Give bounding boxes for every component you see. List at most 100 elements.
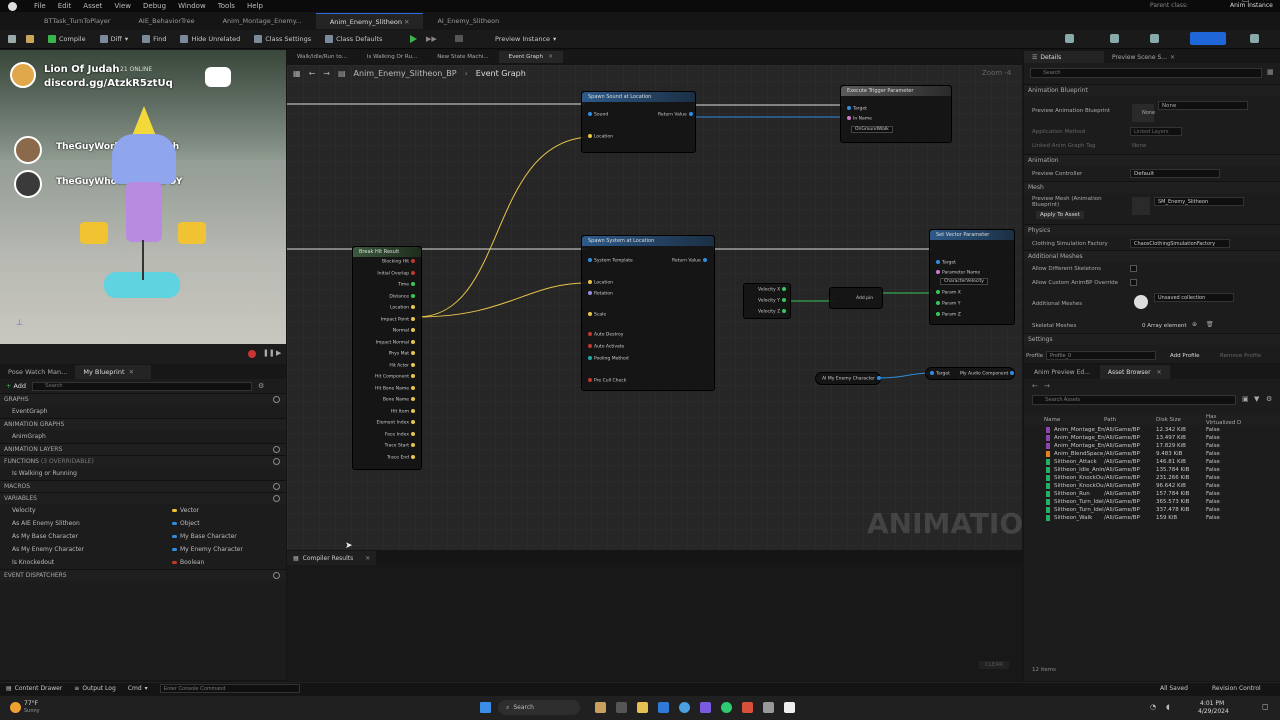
play-icon[interactable] (410, 35, 417, 43)
event-graph-canvas[interactable]: Spawn Sound at Location Sound Location R… (287, 65, 1047, 551)
content-drawer-button[interactable]: ▤ Content Drawer (6, 685, 62, 692)
table-row[interactable]: Slitheon_KnockOut/All/Game/BP 231.266 KiB… (1024, 474, 1280, 482)
forward-arrow-icon[interactable]: → (323, 69, 330, 78)
node-spawn-system[interactable]: Spawn System at Location System Template… (581, 235, 715, 391)
add-dispatcher-icon[interactable] (273, 572, 280, 579)
variable-as-my-base[interactable]: As My Base Character My Base Character (0, 530, 286, 543)
section-additional-meshes[interactable]: Additional Meshes (1024, 250, 1280, 262)
section-physics[interactable]: Physics (1024, 224, 1280, 236)
step-icon[interactable]: ▶▶ (426, 35, 437, 43)
pause-icon[interactable]: ❚❚ (263, 349, 275, 357)
discord-app-icon[interactable] (700, 702, 711, 713)
pin-rotation[interactable]: Rotation (586, 291, 613, 297)
mesh-mode-icon[interactable] (1110, 34, 1119, 43)
clear-button[interactable]: CLEAR (979, 661, 1009, 669)
break-hit-pin[interactable]: Initial Overlap (377, 270, 417, 276)
event-graph-item[interactable]: EventGraph (0, 405, 286, 418)
pin-velocity-y[interactable]: Velocity Y (758, 298, 788, 304)
add-function-icon[interactable] (273, 458, 280, 465)
details-search-input[interactable] (1030, 68, 1262, 78)
pin-pre-cull[interactable]: Pre Cull Check (586, 378, 626, 384)
cmd-dropdown[interactable]: Cmd ▾ (128, 685, 148, 692)
tab-compiler-results[interactable]: ▦ Compiler Results ✕ (287, 551, 377, 565)
add-layer-icon[interactable] (273, 446, 280, 453)
column-disk-size[interactable]: Disk Size (1156, 417, 1206, 423)
chrome-browser-icon[interactable] (679, 702, 690, 713)
section-graphs[interactable]: GRAPHS (0, 393, 286, 405)
pin-system-return[interactable]: Return Value (672, 258, 709, 264)
break-hit-pin[interactable]: Phys Mat (389, 351, 417, 357)
close-tab-icon[interactable]: ✕ (548, 54, 553, 60)
console-input[interactable] (159, 684, 300, 693)
break-hit-pin[interactable]: Hit Item (391, 408, 417, 414)
save-search-icon[interactable]: ▣ (1242, 395, 1249, 403)
tab-my-blueprint[interactable]: My Blueprint ✕ (75, 365, 152, 379)
break-hit-pin[interactable]: Bone Name (383, 397, 417, 403)
compile-button[interactable]: Compile (48, 35, 86, 43)
tab-pose-watch[interactable]: Pose Watch Man... (0, 365, 75, 379)
variable-as-my-enemy[interactable]: As My Enemy Character My Enemy Character (0, 543, 286, 556)
break-hit-pin[interactable]: Element Index (377, 420, 417, 426)
doc-tab-behavior-tree[interactable]: AIE_BehaviorTree (124, 13, 208, 29)
node-break-hit-result[interactable]: Break Hit Result Blocking Hit Initial Ove… (352, 246, 422, 470)
column-path[interactable]: Path (1104, 417, 1156, 423)
break-hit-pin[interactable]: Distance (389, 293, 417, 299)
section-event-dispatchers[interactable]: EVENT DISPATCHERS (0, 569, 286, 581)
break-hit-pin[interactable]: Impact Normal (376, 339, 417, 345)
preview-mesh-dropdown[interactable]: SM_Enemy_Slitheon (1154, 197, 1244, 206)
close-tab-icon[interactable]: ✕ (129, 368, 134, 376)
revision-control-button[interactable]: Revision Control (1212, 685, 1261, 692)
profile-dropdown[interactable]: Profile_0 (1046, 351, 1156, 360)
hide-unrelated-button[interactable]: Hide Unrelated (180, 35, 240, 43)
node-spawn-sound[interactable]: Spawn Sound at Location Sound Location R… (581, 91, 696, 153)
unreal-app-icon[interactable] (784, 702, 795, 713)
break-hit-pin[interactable]: Hit Component (375, 374, 417, 380)
pin-sound[interactable]: Sound (586, 112, 608, 118)
clothing-dropdown[interactable]: ChaosClothingSimulationFactory (1130, 239, 1230, 248)
file-explorer-icon[interactable] (637, 702, 648, 713)
pin-param-z[interactable]: Param Z (934, 312, 961, 318)
browse-icon[interactable] (26, 35, 34, 43)
in-name-field[interactable]: OnGroundWalk (851, 126, 893, 133)
section-settings[interactable]: Settings (1024, 333, 1280, 345)
section-animation-layers[interactable]: ANIMATION LAYERS (0, 443, 286, 455)
doc-tab-anim-enemy[interactable]: Anim_Enemy_Slitheon ✕ (315, 13, 424, 29)
table-row[interactable]: Slitheon_Run/All/Game/BP 157.784 KiB False (1024, 490, 1280, 498)
delete-icon[interactable]: 🗑 (1206, 321, 1214, 328)
close-tab-icon[interactable]: ✕ (1157, 369, 1162, 376)
filter-icon[interactable]: ▼ (1254, 395, 1259, 403)
forward-arrow-icon[interactable]: → (1044, 382, 1050, 390)
table-row[interactable]: Anim_Montage_Enemy_S/All/Game/BP 13.497 K… (1024, 434, 1280, 442)
node-get-enemy-character[interactable]: AI My Enemy Character (815, 372, 881, 385)
preview-controller-dropdown[interactable]: Default (1130, 169, 1220, 178)
graph-tab-state-machine[interactable]: New State Machi... (427, 51, 498, 63)
stop-icon[interactable] (455, 35, 463, 42)
menu-help[interactable]: Help (247, 2, 263, 10)
asset-search-input[interactable] (1032, 395, 1236, 405)
pin-in-name[interactable]: In Name (845, 116, 872, 122)
pin-system-location[interactable]: Location (586, 280, 613, 286)
diff-button[interactable]: Diff ▾ (99, 35, 128, 43)
node-add[interactable]: Add pin (829, 287, 883, 309)
node-break-velocity[interactable]: Velocity X Velocity Y Velocity Z (743, 283, 791, 319)
table-row[interactable]: Anim_Montage_Enemy_S/All/Game/BP 12.342 K… (1024, 426, 1280, 434)
break-hit-pin[interactable]: Blocking Hit (382, 259, 417, 265)
break-hit-pin[interactable]: Trace End (387, 454, 417, 460)
pin-system-template[interactable]: System Template (586, 258, 633, 264)
add-macro-icon[interactable] (273, 483, 280, 490)
windows-start-icon[interactable] (480, 702, 491, 713)
misc-app-icon[interactable] (763, 702, 774, 713)
variable-is-knockedout[interactable]: Is Knockedout Boolean (0, 556, 286, 569)
tab-details[interactable]: ☰ Details (1024, 51, 1104, 63)
allow-different-skeletons-checkbox[interactable] (1130, 265, 1137, 272)
graph-tab-event-graph[interactable]: Event Graph ✕ (498, 51, 563, 63)
doc-tab-bttask[interactable]: BTTask_TurnToPlayer (30, 13, 124, 29)
menu-view[interactable]: View (114, 2, 131, 10)
pin-auto-destroy[interactable]: Auto Destroy (586, 332, 623, 338)
add-profile-button[interactable]: Add Profile (1170, 353, 1200, 359)
audio-target-pin[interactable]: Target (928, 371, 950, 377)
section-macros[interactable]: MACROS (0, 480, 286, 492)
pin-target[interactable]: Target (845, 106, 867, 112)
find-button[interactable]: Find (142, 35, 166, 43)
pin-return[interactable]: Return Value (658, 112, 695, 118)
